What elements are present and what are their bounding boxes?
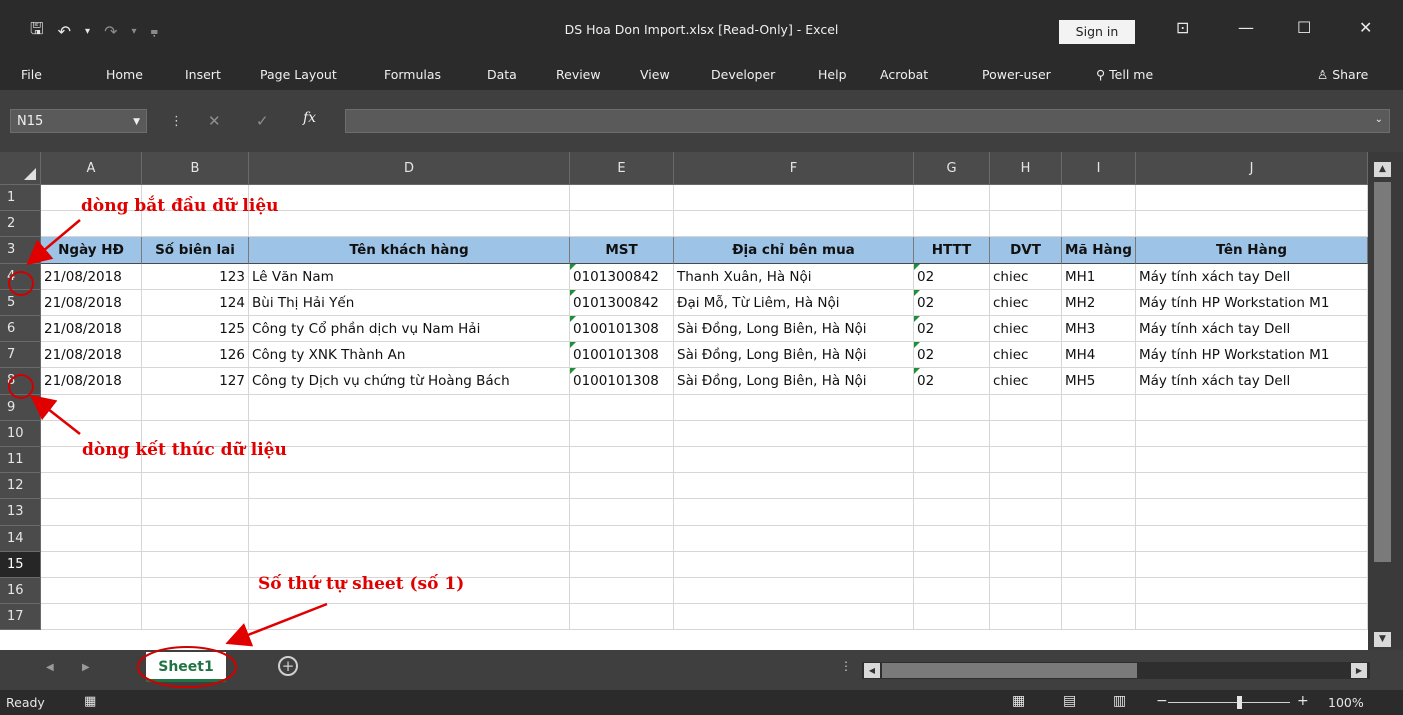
row-8-highlight-circle xyxy=(8,374,34,399)
sheet-tab-bar: ◀ ▶ Sheet1 + ⋮ ◀ ▶ xyxy=(0,646,1403,690)
resize-handle-icon[interactable]: ⋮ xyxy=(170,114,183,129)
chevron-down-icon[interactable]: ▼ xyxy=(133,110,140,134)
customize-qat-icon[interactable]: ⩦ xyxy=(151,24,159,39)
zoom-slider-track[interactable] xyxy=(1168,702,1290,703)
tab-insert[interactable]: Insert xyxy=(185,67,221,82)
scroll-up-icon[interactable]: ▲ xyxy=(1374,162,1391,177)
scroll-left-icon[interactable]: ◀ xyxy=(864,663,880,678)
end-row-annotation: dòng kết thúc dữ liệu xyxy=(82,440,287,460)
annotation-arrows xyxy=(26,219,328,647)
redo-icon[interactable]: ↷ xyxy=(104,22,117,41)
share-label: Share xyxy=(1332,67,1369,82)
quick-access-toolbar: 🖫 ↶ ▾ ↷ ▾ ⩦ xyxy=(30,18,158,45)
person-icon: ♙ xyxy=(1317,67,1333,82)
end-arrow xyxy=(30,394,81,435)
formula-input[interactable]: ⌄ xyxy=(345,109,1390,133)
tab-split-handle-icon[interactable]: ⋮ xyxy=(840,659,852,673)
zoom-level[interactable]: 100% xyxy=(1328,695,1364,710)
sheet-arrow xyxy=(225,602,328,647)
window-title: DS Hoa Don Import.xlsx [Read-Only] - Exc… xyxy=(564,22,839,37)
name-box[interactable]: N15 ▼ xyxy=(10,109,147,133)
scroll-tabs-right-icon[interactable]: ▶ xyxy=(82,662,90,673)
add-sheet-button[interactable]: + xyxy=(278,656,298,676)
excel-window: 🖫 ↶ ▾ ↷ ▾ ⩦ DS Hoa Don Import.xlsx [Read… xyxy=(0,0,1403,715)
vertical-scroll-thumb[interactable] xyxy=(1374,182,1391,562)
tab-formulas[interactable]: Formulas xyxy=(384,67,441,82)
zoom-in-icon[interactable]: + xyxy=(1297,693,1309,709)
tab-home[interactable]: Home xyxy=(106,67,143,82)
row-4-highlight-circle xyxy=(8,271,34,296)
maximize-icon[interactable]: ☐ xyxy=(1297,18,1311,37)
expand-formula-bar-icon[interactable]: ⌄ xyxy=(1375,114,1383,125)
ribbon-tabs: File Home Insert Page Layout Formulas Da… xyxy=(0,60,1403,90)
page-break-preview-icon[interactable]: ▥ xyxy=(1113,693,1126,709)
zoom-out-icon[interactable]: − xyxy=(1156,693,1168,709)
worksheet-grid[interactable]: A B D E F G H I J 1 2 3 Ngày HĐ Số biên lai T… xyxy=(0,152,1403,650)
enter-icon[interactable]: ✓ xyxy=(256,112,269,130)
start-arrow xyxy=(26,219,81,266)
horizontal-scroll-thumb[interactable] xyxy=(882,663,1137,678)
search-icon: ⚲ xyxy=(1096,67,1110,82)
horizontal-scrollbar[interactable]: ◀ ▶ xyxy=(862,662,1370,679)
normal-view-icon[interactable]: ▦ xyxy=(1012,693,1025,709)
page-layout-view-icon[interactable]: ▤ xyxy=(1063,693,1076,709)
tab-file[interactable]: File xyxy=(21,67,42,82)
tab-acrobat[interactable]: Acrobat xyxy=(880,67,928,82)
tab-review[interactable]: Review xyxy=(556,67,601,82)
close-icon[interactable]: ✕ xyxy=(1359,18,1372,37)
cancel-icon[interactable]: ✕ xyxy=(208,112,221,130)
save-icon[interactable]: 🖫 xyxy=(30,18,44,45)
scroll-tabs-left-icon[interactable]: ◀ xyxy=(46,662,54,673)
macro-recording-icon[interactable]: ▦ xyxy=(84,694,96,709)
status-bar: Ready ▦ ▦ ▤ ▥ − + 100% xyxy=(0,690,1403,715)
tell-me-label: Tell me xyxy=(1109,67,1154,82)
minimize-icon[interactable]: — xyxy=(1238,18,1254,37)
tab-help[interactable]: Help xyxy=(818,67,847,82)
title-bar: 🖫 ↶ ▾ ↷ ▾ ⩦ DS Hoa Don Import.xlsx [Read… xyxy=(0,0,1403,60)
sheet-index-annotation: Số thứ tự sheet (số 1) xyxy=(258,574,465,594)
undo-dropdown-icon[interactable]: ▾ xyxy=(85,26,90,37)
share-button[interactable]: ♙ Share xyxy=(1317,67,1368,82)
undo-icon[interactable]: ↶ xyxy=(58,22,71,41)
redo-dropdown-icon[interactable]: ▾ xyxy=(131,26,136,37)
status-ready: Ready xyxy=(6,695,45,710)
insert-function-icon[interactable]: fx xyxy=(303,110,316,126)
zoom-slider-thumb[interactable] xyxy=(1237,696,1242,709)
tab-power-user[interactable]: Power-user xyxy=(982,67,1051,82)
tab-view[interactable]: View xyxy=(640,67,670,82)
start-row-annotation: dòng bắt đầu dữ liệu xyxy=(81,196,279,216)
vertical-scrollbar[interactable]: ▲ ▼ xyxy=(1368,152,1403,650)
tell-me-box[interactable]: ⚲ Tell me xyxy=(1096,67,1153,82)
tab-page-layout[interactable]: Page Layout xyxy=(260,67,337,82)
tab-data[interactable]: Data xyxy=(487,67,517,82)
ribbon-display-options-icon[interactable]: ⊡ xyxy=(1176,18,1189,37)
tab-developer[interactable]: Developer xyxy=(711,67,775,82)
sheet-tab-highlight-circle xyxy=(137,646,237,688)
sign-in-button[interactable]: Sign in xyxy=(1059,20,1135,44)
name-box-value: N15 xyxy=(17,114,44,129)
scroll-right-icon[interactable]: ▶ xyxy=(1351,663,1367,678)
formula-bar: N15 ▼ ⋮ ✕ ✓ fx ⌄ xyxy=(0,90,1403,152)
scroll-down-icon[interactable]: ▼ xyxy=(1374,632,1391,647)
